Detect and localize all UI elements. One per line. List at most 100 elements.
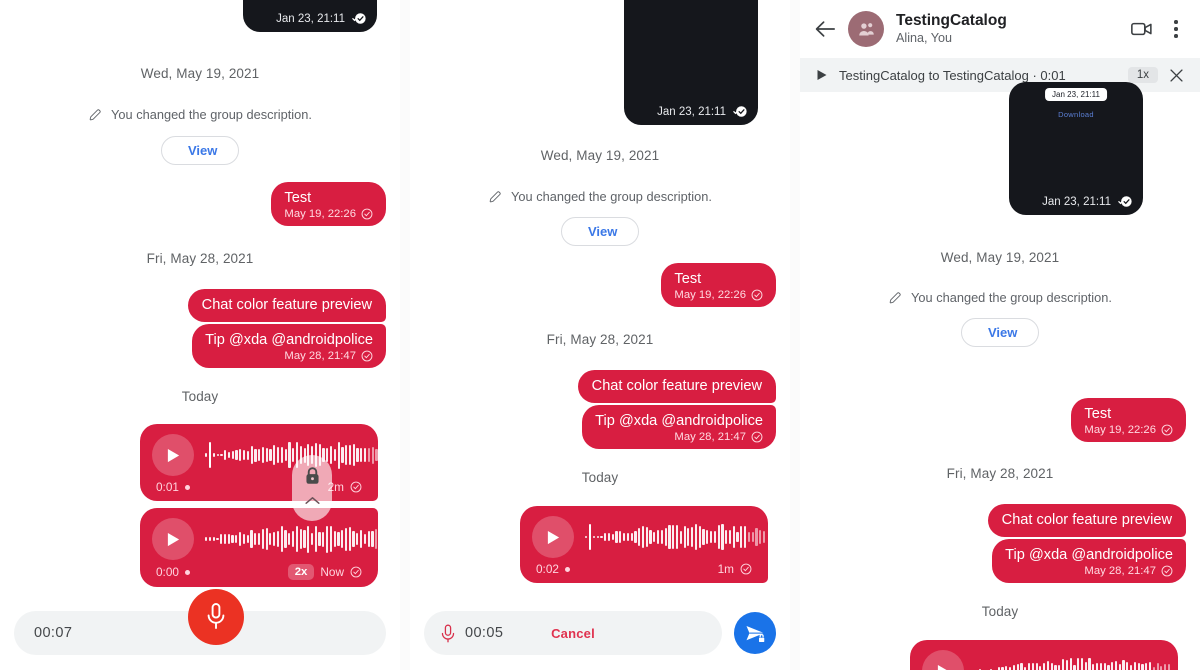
player-track-label: TestingCatalog to TestingCatalog · 0:01 [839, 67, 1066, 83]
unplayed-dot [184, 569, 190, 575]
media-bubble[interactable]: Jan 23, 21:11 [243, 0, 377, 32]
message-bubble-test[interactable]: Test May 19, 22:26 [271, 182, 386, 227]
system-message-group-description: You changed the group description. [800, 290, 1200, 305]
check-circle-icon [1161, 566, 1173, 577]
video-camera-icon[interactable] [1130, 17, 1154, 41]
waveform-3[interactable] [975, 656, 1171, 670]
voice-message-1[interactable]: 0:01 2m [140, 424, 386, 501]
message-text: Chat color feature preview [201, 297, 372, 313]
double-check-icon [1118, 196, 1132, 207]
audio-player-bar[interactable]: TestingCatalog to TestingCatalog · 0:01 … [800, 58, 1200, 92]
day-separator: Wed, May 19, 2021 [940, 250, 1060, 265]
recording-pill[interactable]: 00:05 Cancel [424, 611, 722, 655]
day-separator: Wed, May 19, 2021 [140, 66, 260, 81]
media-timestamp: Jan 23, 21:11 [276, 12, 345, 25]
back-arrow-icon[interactable] [814, 19, 836, 39]
cancel-recording-button[interactable]: Cancel [551, 626, 595, 641]
message-thread-2[interactable]: Jan 23, 21:11 Wed, May 19, 2021 You chan… [410, 0, 790, 670]
voice-duration: 1m [717, 562, 734, 576]
recording-timer: 00:05 [465, 625, 504, 641]
voice-player-row [152, 434, 386, 476]
play-icon [167, 448, 179, 462]
waveform-1[interactable] [585, 522, 766, 552]
day-separator: Fri, May 28, 2021 [546, 332, 654, 347]
message-bubble-chat-color[interactable]: Chat color feature preview [577, 370, 776, 404]
check-circle-icon [361, 208, 373, 220]
chat-titles[interactable]: TestingCatalog Alina, You [896, 12, 1118, 46]
unplayed-dot [564, 566, 570, 572]
voice-position: 0:01 [156, 480, 179, 494]
play-button[interactable] [152, 434, 194, 476]
media-bubble[interactable]: Jan 23, 21:11 Download Jan 23, 21:11 [1009, 82, 1143, 215]
screenshot-triptych: Jan 23, 21:11 Wed, May 19, 2021 You chan… [0, 0, 1200, 670]
message-group-outgoing: Chat color feature preview Tip @xda @and… [424, 370, 776, 450]
waveform-2[interactable] [205, 524, 393, 554]
day-separator: Today [581, 470, 619, 485]
voice-meta-row: 0:00 2x Now [152, 564, 366, 580]
media-filename-chip: Jan 23, 21:11 [1045, 88, 1107, 101]
voice-duration: Now [320, 565, 344, 579]
message-meta: May 28, 21:47 [1005, 565, 1173, 577]
message-bubble-tip[interactable]: Tip @xda @androidpolice May 28, 21:47 [582, 405, 776, 450]
message-text: Chat color feature preview [591, 378, 762, 394]
voice-message-1[interactable]: 0:02 1m [520, 506, 768, 583]
message-bubble-chat-color[interactable]: Chat color feature preview [987, 504, 1186, 538]
unplayed-dot [184, 484, 190, 490]
download-label[interactable]: Download [1058, 110, 1094, 119]
play-icon [937, 664, 947, 670]
day-separator: Fri, May 28, 2021 [946, 466, 1054, 481]
voice-message-partial[interactable] [910, 640, 1178, 670]
play-button[interactable] [922, 650, 964, 670]
media-bubble[interactable]: Jan 23, 21:11 [624, 0, 758, 125]
chevron-up-icon [304, 497, 320, 504]
pencil-icon [889, 291, 901, 303]
play-icon[interactable] [816, 69, 828, 81]
avatar[interactable] [848, 11, 884, 47]
more-vertical-icon[interactable] [1166, 20, 1186, 38]
chat-subtitle: Alina, You [896, 30, 953, 45]
media-timestamp: Jan 23, 21:11 [657, 105, 726, 118]
message-bubble-test[interactable]: Test May 19, 22:26 [661, 263, 776, 308]
message-row-test: Test May 19, 22:26 [814, 398, 1186, 443]
play-button[interactable] [152, 518, 194, 560]
day-separator: Today [981, 604, 1019, 619]
message-meta: May 28, 21:47 [595, 431, 763, 443]
message-bubble-test[interactable]: Test May 19, 22:26 [1071, 398, 1186, 443]
panel-voice-recording-active: Jan 23, 21:11 Wed, May 19, 2021 You chan… [410, 0, 790, 670]
message-bubble-chat-color[interactable]: Chat color feature preview [187, 289, 386, 323]
view-button[interactable]: View [161, 136, 239, 165]
system-message-group-description: You changed the group description. [410, 189, 790, 204]
play-icon [167, 532, 179, 546]
recording-lock-overlay[interactable] [292, 455, 332, 521]
microphone-icon [207, 603, 225, 629]
play-icon [547, 530, 559, 544]
message-timestamp: May 28, 21:47 [674, 431, 746, 444]
microphone-record-button[interactable] [188, 589, 244, 645]
message-text: Test [674, 271, 702, 287]
view-button[interactable]: View [561, 217, 639, 246]
panel-chat-with-player: TestingCatalog Alina, You TestingCatalog… [800, 0, 1200, 670]
app-bar: TestingCatalog Alina, You [800, 0, 1200, 58]
message-text: Tip @xda @androidpolice [205, 332, 373, 349]
message-thread-1[interactable]: Jan 23, 21:11 Wed, May 19, 2021 You chan… [0, 0, 400, 670]
dot [1174, 27, 1178, 31]
recording-timer: 00:07 [34, 625, 73, 641]
view-button[interactable]: View [961, 318, 1039, 347]
composer-recording-locked: 00:07 [0, 589, 400, 670]
day-separator: Fri, May 28, 2021 [146, 251, 254, 266]
message-bubble-tip[interactable]: Tip @xda @androidpolice May 28, 21:47 [992, 539, 1186, 584]
system-message-text: You changed the group description. [911, 290, 1112, 305]
system-message-text: You changed the group description. [511, 189, 712, 204]
close-icon[interactable] [1169, 68, 1184, 83]
day-separator: Wed, May 19, 2021 [540, 148, 660, 163]
play-button[interactable] [532, 516, 574, 558]
dot [1174, 20, 1178, 24]
send-locked-button[interactable] [734, 612, 776, 654]
voice-player-row [922, 650, 1171, 670]
playback-rate-badge[interactable]: 1x [1127, 67, 1158, 83]
double-check-icon [352, 13, 366, 24]
message-bubble-tip[interactable]: Tip @xda @androidpolice May 28, 21:47 [192, 324, 386, 369]
message-thread-3[interactable]: Jan 23, 21:11 Download Jan 23, 21:11 Wed… [800, 82, 1200, 670]
voice-message-2[interactable]: 0:00 2x Now [140, 508, 393, 587]
playback-speed-badge[interactable]: 2x [287, 564, 315, 580]
